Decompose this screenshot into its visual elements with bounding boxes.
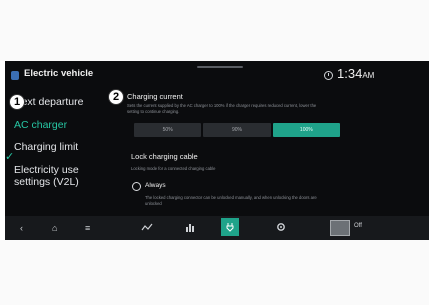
climate-off-label[interactable]: Off bbox=[354, 223, 362, 229]
settings-gear-icon[interactable] bbox=[276, 222, 286, 232]
climate-thumbnail[interactable] bbox=[330, 220, 350, 236]
home-icon[interactable]: ⌂ bbox=[52, 222, 57, 234]
clock-time: 1:34 bbox=[337, 66, 363, 81]
ev-nav-button[interactable] bbox=[221, 218, 239, 236]
current-option-90[interactable]: 90% bbox=[203, 123, 271, 137]
bottom-nav: ‹ ⌂ ≡ Off bbox=[5, 216, 429, 240]
clock: 1:34AM bbox=[337, 66, 374, 81]
clock-status-icon bbox=[324, 71, 333, 80]
charging-current-selector: 50% 90% 100% bbox=[134, 123, 340, 137]
header-bar: Electric vehicle 1:34AM bbox=[5, 61, 429, 83]
sidebar-item-electricity-use[interactable]: Electricity use bbox=[14, 164, 79, 176]
sidebar-item-v2l[interactable]: settings (V2L) bbox=[14, 176, 79, 188]
always-label[interactable]: Always bbox=[145, 182, 166, 189]
sidebar-item-charging-limit[interactable]: Charging limit bbox=[14, 141, 78, 153]
always-desc-2: unlocked bbox=[145, 201, 162, 206]
charging-current-title: Charging current bbox=[127, 92, 183, 101]
current-option-100[interactable]: 100% bbox=[272, 123, 340, 137]
plug-icon bbox=[226, 223, 234, 232]
clock-ampm: AM bbox=[362, 71, 375, 80]
settings-panel: Charging current Sets the current suppli… bbox=[121, 86, 426, 216]
always-radio[interactable] bbox=[132, 182, 141, 191]
charging-current-desc-2: setting to continue charging. bbox=[127, 109, 180, 114]
sidebar-item-ac-charger[interactable]: AC charger bbox=[14, 119, 67, 131]
lock-cable-desc: Locking mode for a connected charging ca… bbox=[131, 166, 216, 171]
app-title: Electric vehicle bbox=[24, 68, 94, 79]
back-icon[interactable]: ‹ bbox=[20, 222, 23, 234]
check-icon: ✓ bbox=[5, 151, 15, 163]
current-option-50[interactable]: 50% bbox=[134, 123, 202, 137]
page-margin-top bbox=[0, 0, 429, 61]
lock-cable-title: Lock charging cable bbox=[131, 152, 198, 161]
page-margin-bottom bbox=[0, 240, 429, 305]
infotainment-screen: Electric vehicle 1:34AM Next departure ✓… bbox=[5, 61, 429, 240]
menu-icon[interactable]: ≡ bbox=[85, 222, 90, 234]
callout-1: 1 bbox=[9, 94, 25, 110]
always-desc-1: The locked charging connector can be unl… bbox=[145, 195, 317, 200]
ev-icon bbox=[11, 71, 19, 80]
navigation-icon[interactable] bbox=[141, 223, 153, 232]
media-icon[interactable] bbox=[185, 223, 195, 232]
